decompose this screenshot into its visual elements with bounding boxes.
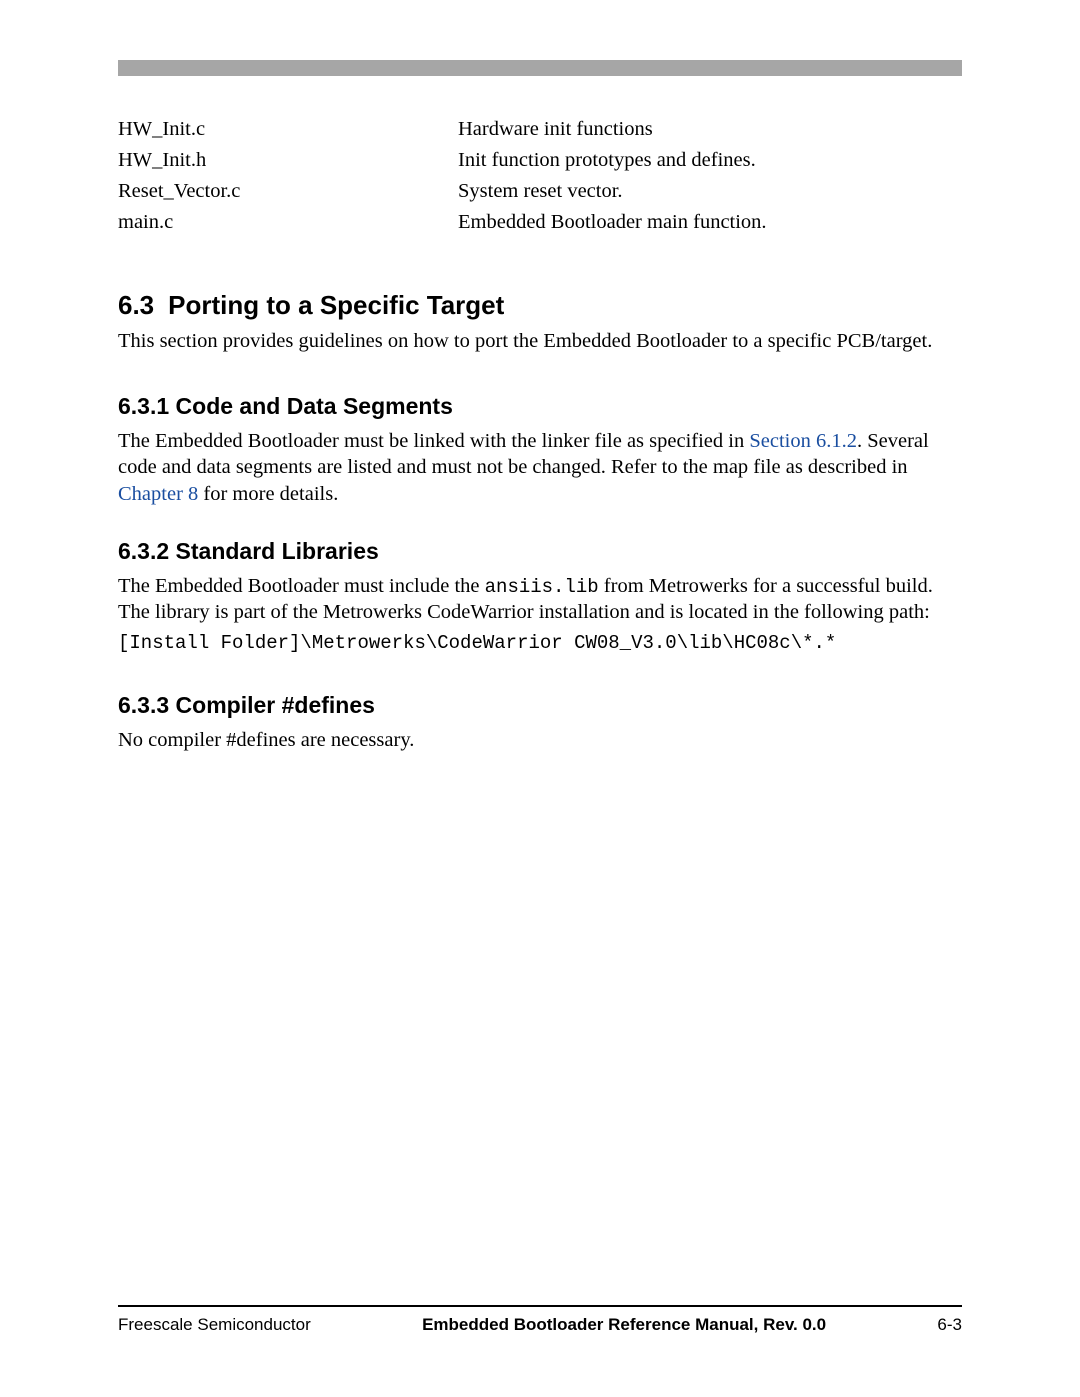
text-run: for more details. (198, 483, 338, 505)
heading-number: 6.3.2 (118, 538, 169, 564)
file-name-cell: Reset_Vector.c (118, 176, 458, 207)
heading-title: Standard Libraries (176, 538, 379, 564)
heading-number: 6.3 (118, 290, 154, 321)
paragraph-6-3-3: No compiler #defines are necessary. (118, 727, 962, 754)
document-page: HW_Init.c Hardware init functions HW_Ini… (0, 0, 1080, 1397)
heading-6-3: 6.3 Porting to a Specific Target (118, 290, 962, 321)
heading-number: 6.3.3 (118, 692, 169, 718)
file-name-cell: HW_Init.c (118, 114, 458, 145)
footer-page-number: 6-3 (937, 1315, 962, 1335)
intro-paragraph: This section provides guidelines on how … (118, 329, 962, 355)
paragraph-6-3-2: The Embedded Bootloader must include the… (118, 573, 962, 626)
heading-number: 6.3.1 (118, 393, 169, 419)
heading-title: Code and Data Segments (176, 393, 453, 419)
cross-ref-link[interactable]: Chapter 8 (118, 483, 198, 505)
table-row: main.c Embedded Bootloader main function… (118, 207, 962, 238)
header-rule (118, 60, 962, 76)
heading-6-3-1: 6.3.1 Code and Data Segments (118, 393, 962, 420)
page-footer: Freescale Semiconductor Embedded Bootloa… (118, 1305, 962, 1335)
file-description-table: HW_Init.c Hardware init functions HW_Ini… (118, 114, 962, 238)
heading-6-3-2: 6.3.2 Standard Libraries (118, 538, 962, 565)
text-run: The Embedded Bootloader must include the (118, 575, 485, 597)
heading-title: Compiler #defines (176, 692, 375, 718)
table-row: HW_Init.h Init function prototypes and d… (118, 145, 962, 176)
footer-vendor: Freescale Semiconductor (118, 1315, 311, 1335)
file-desc-cell: System reset vector. (458, 176, 962, 207)
file-desc-cell: Embedded Bootloader main function. (458, 207, 962, 238)
code-path: [Install Folder]\Metrowerks\CodeWarrior … (118, 632, 962, 654)
footer-title: Embedded Bootloader Reference Manual, Re… (311, 1315, 938, 1335)
file-name-cell: HW_Init.h (118, 145, 458, 176)
file-desc-cell: Hardware init functions (458, 114, 962, 145)
file-name-cell: main.c (118, 207, 458, 238)
file-desc-cell: Init function prototypes and defines. (458, 145, 962, 176)
inline-code: ansiis.lib (485, 576, 599, 598)
heading-title: Porting to a Specific Target (168, 290, 504, 320)
paragraph-6-3-1: The Embedded Bootloader must be linked w… (118, 428, 962, 508)
text-run: The Embedded Bootloader must be linked w… (118, 430, 749, 452)
table-row: HW_Init.c Hardware init functions (118, 114, 962, 145)
table-row: Reset_Vector.c System reset vector. (118, 176, 962, 207)
heading-6-3-3: 6.3.3 Compiler #defines (118, 692, 962, 719)
cross-ref-link[interactable]: Section 6.1.2 (749, 430, 857, 452)
